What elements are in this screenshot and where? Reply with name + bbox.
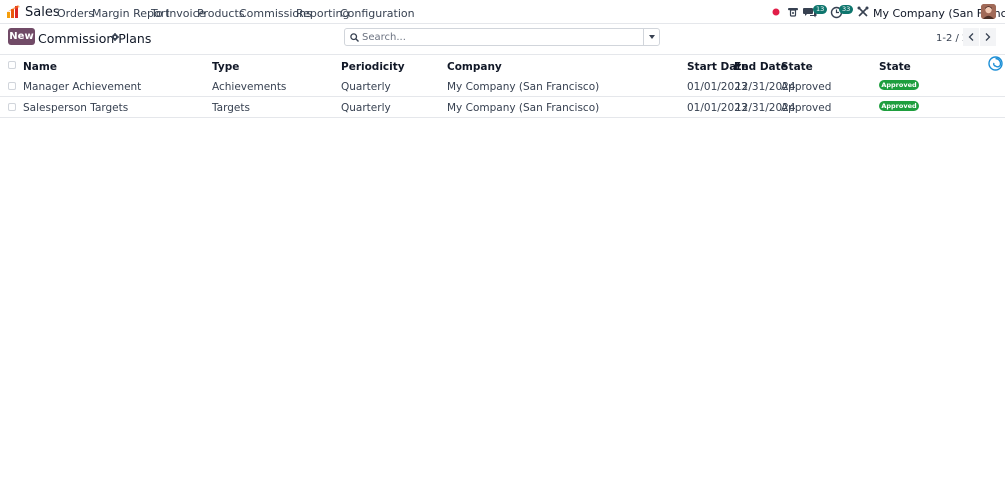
gear-icon[interactable] — [111, 33, 119, 41]
column-header-type[interactable]: Type — [212, 61, 239, 73]
search-options-toggle[interactable] — [643, 29, 659, 45]
assistant-swirl-icon[interactable] — [988, 56, 1003, 71]
pager-previous-button[interactable] — [963, 28, 979, 46]
cell-periodicity: Quarterly — [341, 81, 391, 93]
search-input[interactable] — [362, 30, 642, 44]
row-checkbox[interactable] — [8, 103, 16, 111]
cell-type: Targets — [212, 102, 250, 114]
column-header-company[interactable]: Company — [447, 61, 502, 73]
cell-company: My Company (San Francisco) — [447, 102, 600, 114]
phone-icon[interactable] — [786, 5, 800, 19]
table-row[interactable]: Manager Achievement Achievements Quarter… — [0, 76, 1005, 97]
cell-periodicity: Quarterly — [341, 102, 391, 114]
app-name[interactable]: Sales — [25, 5, 60, 20]
cell-state: Approved — [781, 81, 832, 93]
menu-orders[interactable]: Orders — [57, 7, 94, 20]
top-navbar: Sales Orders Margin Report To Invoice Pr… — [0, 0, 1005, 24]
messages-badge: 13 — [813, 5, 828, 14]
search-icon — [350, 33, 359, 42]
column-header-end-date[interactable]: End Date — [734, 61, 788, 73]
activities-badge: 33 — [839, 5, 854, 14]
tools-icon[interactable] — [856, 5, 870, 19]
select-all-checkbox[interactable] — [8, 61, 16, 69]
column-header-state-badge[interactable]: State — [879, 61, 911, 73]
menu-configuration[interactable]: Configuration — [340, 7, 415, 20]
menu-products[interactable]: Products — [197, 7, 245, 20]
column-header-state[interactable]: State — [781, 61, 813, 73]
row-checkbox[interactable] — [8, 82, 16, 90]
cell-company: My Company (San Francisco) — [447, 81, 600, 93]
state-badge: Approved — [879, 80, 919, 90]
sales-app-icon[interactable] — [7, 5, 20, 18]
user-avatar[interactable] — [981, 4, 996, 19]
table-row[interactable]: Salesperson Targets Targets Quarterly My… — [0, 97, 1005, 118]
record-dot-icon[interactable] — [771, 5, 785, 19]
cell-name: Salesperson Targets — [23, 102, 129, 114]
column-header-periodicity[interactable]: Periodicity — [341, 61, 405, 73]
table-header: Name Type Periodicity Company Start Date… — [0, 54, 1005, 77]
search-bar — [344, 28, 660, 46]
cell-type: Achievements — [212, 81, 287, 93]
cell-name: Manager Achievement — [23, 81, 142, 93]
state-badge: Approved — [879, 101, 919, 111]
chevron-left-icon — [968, 33, 974, 41]
column-header-name[interactable]: Name — [23, 61, 57, 73]
cell-state: Approved — [781, 102, 832, 114]
chevron-right-icon — [985, 33, 991, 41]
new-button[interactable]: New — [8, 28, 35, 45]
page-title: Commission Plans — [38, 31, 152, 46]
pager-next-button[interactable] — [980, 28, 996, 46]
